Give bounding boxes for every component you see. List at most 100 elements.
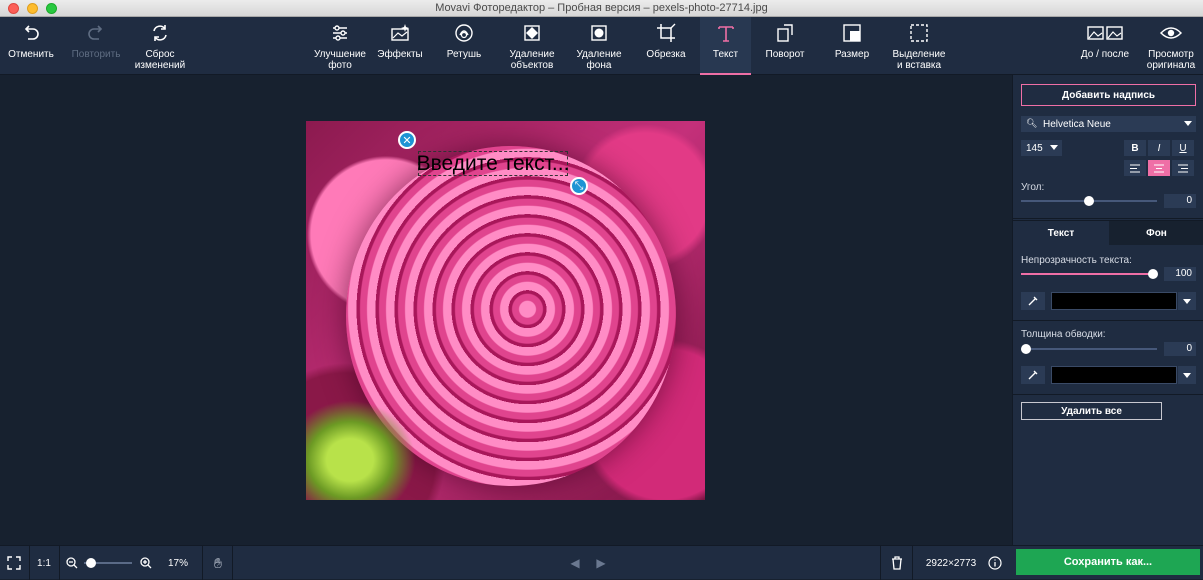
text-bg-tabs: Текст Фон xyxy=(1013,220,1203,245)
opacity-slider-knob[interactable] xyxy=(1148,269,1158,279)
crop-button[interactable]: Обрезка xyxy=(640,17,692,75)
fullscreen-icon xyxy=(7,556,21,570)
zoom-1to1-button[interactable]: 1:1 xyxy=(30,546,58,580)
zoom-in-button[interactable] xyxy=(138,546,154,580)
bold-button[interactable]: B xyxy=(1124,140,1146,156)
zoom-out-icon xyxy=(66,557,78,569)
info-button[interactable] xyxy=(985,546,1005,580)
view-original-label: Просмотр оригинала xyxy=(1146,49,1196,71)
crop-icon xyxy=(657,23,676,42)
redo-label: Повторить xyxy=(71,49,121,60)
delete-caption-icon[interactable]: ✕ xyxy=(398,131,416,149)
stroke-slider-knob[interactable] xyxy=(1021,344,1031,354)
delete-all-button[interactable]: Удалить все xyxy=(1021,402,1162,420)
hand-tool-button[interactable]: ✋︎ xyxy=(206,546,230,580)
add-caption-button[interactable]: Добавить надпись xyxy=(1021,84,1196,106)
save-as-button[interactable]: Сохранить как... xyxy=(1016,549,1200,575)
stroke-label: Толщина обводки: xyxy=(1021,329,1106,340)
undo-icon xyxy=(24,25,39,40)
rotate-label: Поворот xyxy=(765,49,805,60)
select-insert-label: Выделение и вставка xyxy=(892,49,946,71)
resize-icon xyxy=(843,24,861,42)
main-toolbar: Отменить Повторить Сброс изменений Улучш… xyxy=(0,17,1203,75)
rotate-button[interactable]: Поворот xyxy=(758,17,812,75)
eyedropper-icon xyxy=(1028,370,1038,380)
zoom-value: 17% xyxy=(167,557,188,569)
text-t-icon xyxy=(717,26,734,42)
align-right-icon xyxy=(1178,164,1188,172)
photo-preview[interactable] xyxy=(306,121,705,500)
resize-button[interactable]: Размер xyxy=(826,17,878,75)
before-after-label: До / после xyxy=(1080,49,1130,60)
trash-icon xyxy=(892,556,902,570)
redo-icon xyxy=(88,25,103,40)
angle-slider-knob[interactable] xyxy=(1084,196,1094,206)
select-insert-button[interactable]: Выделение и вставка xyxy=(886,17,952,75)
opacity-label: Непрозрачность текста: xyxy=(1021,255,1132,266)
italic-button[interactable]: I xyxy=(1148,140,1170,156)
image-canvas[interactable] xyxy=(0,75,1012,545)
font-size-select[interactable]: 145 xyxy=(1021,140,1062,156)
text-color-picker-button[interactable] xyxy=(1021,292,1045,310)
chevron-down-icon xyxy=(1184,121,1192,126)
chevron-down-icon xyxy=(1183,373,1191,378)
angle-value[interactable]: 0 xyxy=(1164,194,1196,208)
enhance-button[interactable]: Улучшение фото xyxy=(308,17,372,75)
align-center-button[interactable] xyxy=(1148,160,1170,176)
delete-image-button[interactable] xyxy=(886,546,908,580)
enhance-label: Улучшение фото xyxy=(314,49,366,71)
stroke-color-dropdown[interactable] xyxy=(1178,366,1196,384)
stroke-color-swatch[interactable] xyxy=(1051,366,1177,384)
undo-button[interactable]: Отменить xyxy=(6,17,56,75)
fit-screen-button[interactable] xyxy=(0,546,28,580)
zoom-in-icon xyxy=(140,557,152,569)
opacity-slider-track[interactable] xyxy=(1021,273,1157,275)
effects-icon xyxy=(391,24,409,41)
reset-button[interactable]: Сброс изменений xyxy=(130,17,190,75)
bg-removal-button[interactable]: Удаление фона xyxy=(570,17,628,75)
before-after-button[interactable]: До / после xyxy=(1074,17,1136,75)
previous-image-button[interactable]: ◀ xyxy=(566,546,584,580)
title-bar: Movavi Фоторедактор – Пробная версия – p… xyxy=(0,0,1203,17)
view-original-button[interactable]: Просмотр оригинала xyxy=(1142,17,1200,75)
reset-icon xyxy=(153,25,167,41)
selection-icon xyxy=(910,24,928,42)
zoom-out-button[interactable] xyxy=(64,546,80,580)
retouch-face-icon xyxy=(455,24,473,42)
tab-text[interactable]: Текст xyxy=(1013,221,1109,245)
retouch-label: Ретушь xyxy=(446,49,482,60)
zoom-slider-knob[interactable] xyxy=(86,558,96,568)
before-after-icon xyxy=(1087,26,1123,40)
object-removal-label: Удаление объектов xyxy=(509,49,555,71)
align-left-button[interactable] xyxy=(1124,160,1146,176)
bg-removal-label: Удаление фона xyxy=(576,49,622,71)
eyedropper-icon xyxy=(1028,296,1038,306)
text-tool-button[interactable]: Текст xyxy=(700,17,751,75)
redo-button[interactable]: Повторить xyxy=(68,17,124,75)
next-image-button[interactable]: ▶ xyxy=(592,546,610,580)
opacity-value[interactable]: 100 xyxy=(1164,267,1196,281)
window-title: Movavi Фоторедактор – Пробная версия – p… xyxy=(435,2,768,14)
object-removal-button[interactable]: Удаление объектов xyxy=(500,17,564,75)
stroke-slider-track[interactable] xyxy=(1021,348,1157,350)
text-color-swatch[interactable] xyxy=(1051,292,1177,310)
image-dimensions: 2922×2773 xyxy=(925,557,977,569)
crop-label: Обрезка xyxy=(646,49,686,60)
font-select[interactable]: 🔍︎ Helvetica Neue xyxy=(1021,116,1196,132)
text-settings-panel: Добавить надпись 🔍︎ Helvetica Neue 145 B… xyxy=(1012,75,1203,545)
text-caption-box[interactable]: Введите текст... xyxy=(417,151,569,176)
chevron-left-icon: ◀ xyxy=(570,556,580,570)
info-icon xyxy=(988,556,1002,570)
underline-button[interactable]: U xyxy=(1172,140,1194,156)
retouch-button[interactable]: Ретушь xyxy=(438,17,490,75)
tab-background[interactable]: Фон xyxy=(1109,221,1203,245)
effects-button[interactable]: Эффекты xyxy=(374,17,426,75)
stroke-color-picker-button[interactable] xyxy=(1021,366,1045,384)
align-center-icon xyxy=(1154,164,1164,172)
chevron-down-icon xyxy=(1183,299,1191,304)
text-color-dropdown[interactable] xyxy=(1178,292,1196,310)
chevron-down-icon xyxy=(1050,145,1058,150)
resize-caption-icon[interactable]: ⤡ xyxy=(570,177,588,195)
align-right-button[interactable] xyxy=(1172,160,1194,176)
stroke-value[interactable]: 0 xyxy=(1164,342,1196,356)
